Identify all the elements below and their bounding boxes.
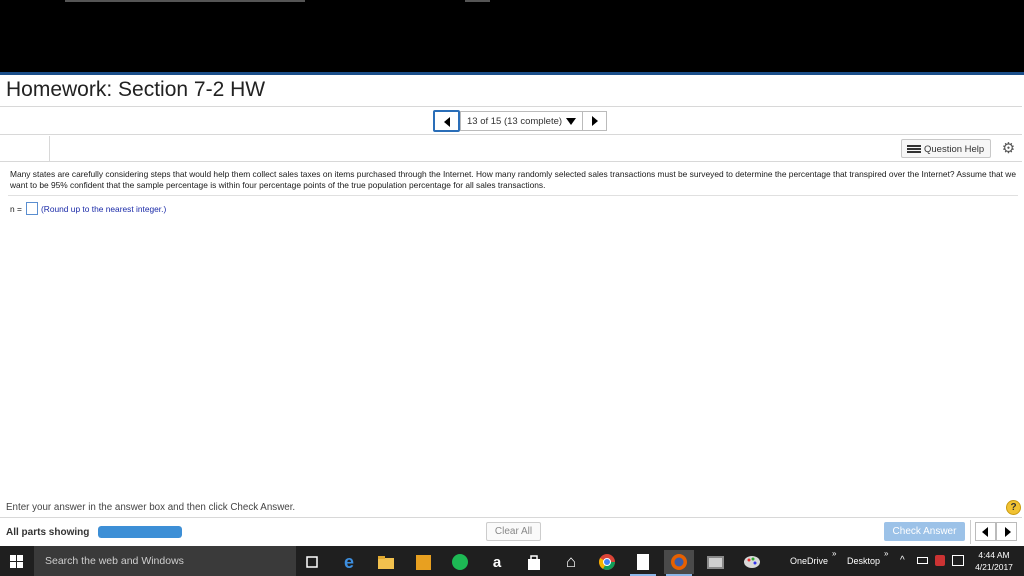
question-help-label: Question Help (924, 144, 985, 155)
footer-next-button[interactable] (996, 522, 1017, 541)
document-icon[interactable] (628, 550, 658, 576)
question-navigation: 13 of 15 (13 complete) (0, 108, 1022, 135)
list-icon (907, 145, 921, 154)
answer-hint: (Round up to the nearest integer.) (41, 204, 167, 214)
footer-previous-button[interactable] (975, 522, 996, 541)
browser-top-area (0, 0, 1024, 72)
page-title: Homework: Section 7-2 HW (6, 78, 266, 101)
footer-separator (970, 520, 971, 544)
question-help-button[interactable]: Question Help (901, 139, 991, 158)
dropdown-caret-icon (566, 118, 576, 125)
chevron-right-icon[interactable]: » (884, 549, 888, 558)
help-icon[interactable]: ? (1006, 500, 1021, 515)
clock-time: 4:44 AM (978, 550, 1010, 560)
answer-input[interactable] (26, 202, 38, 215)
question-text: Many states are carefully considering st… (10, 169, 1017, 190)
question-divider (8, 195, 1018, 196)
next-question-button[interactable] (582, 111, 607, 131)
task-view-icon[interactable] (297, 550, 327, 574)
question-position-text: 13 of 15 (13 complete) (467, 116, 563, 127)
progress-fill (98, 526, 182, 538)
paint-app-icon[interactable] (737, 550, 767, 574)
question-toolbar: Question Help ⚙ (0, 136, 1022, 162)
toolbar-left-cell (0, 136, 50, 162)
home-icon[interactable]: ⌂ (556, 550, 586, 574)
desktop-toolbar-label[interactable]: Desktop (847, 556, 880, 566)
footer-divider (0, 517, 1022, 518)
edge-browser-icon[interactable]: e (334, 550, 364, 574)
onedrive-toolbar-label[interactable]: OneDrive (790, 556, 828, 566)
taskbar-clock[interactable]: 4:44 AM 4/21/2017 (970, 549, 1018, 573)
top-scroll-indicator (465, 0, 490, 2)
notification-icon[interactable] (952, 555, 964, 566)
parts-status: All parts showing (6, 527, 90, 538)
title-bar: Homework: Section 7-2 HW (0, 75, 1022, 107)
chevron-up-icon[interactable]: ^ (900, 555, 905, 566)
battery-icon[interactable] (917, 557, 928, 564)
file-explorer-icon[interactable] (371, 550, 401, 574)
security-shield-icon[interactable] (935, 555, 945, 566)
chevron-right-icon[interactable]: » (832, 549, 836, 558)
clear-all-button[interactable]: Clear All (486, 522, 541, 541)
taskbar-search-input[interactable]: Search the web and Windows (34, 546, 296, 576)
store-bag-icon[interactable] (519, 550, 549, 574)
clock-date: 4/21/2017 (975, 562, 1013, 572)
top-scroll-indicator (65, 0, 305, 2)
answer-label: n = (10, 204, 22, 214)
photos-app-icon[interactable] (700, 550, 730, 574)
store-app-icon[interactable] (408, 550, 438, 574)
progress-bar (98, 526, 182, 538)
gear-icon[interactable]: ⚙ (1001, 141, 1016, 156)
firefox-icon[interactable] (664, 550, 694, 576)
previous-question-button[interactable] (433, 110, 460, 132)
check-answer-button[interactable]: Check Answer (884, 522, 965, 541)
windows-taskbar: Search the web and Windows e a ⌂ OneDriv… (0, 546, 1024, 576)
windows-start-icon[interactable] (10, 555, 23, 568)
chrome-icon[interactable] (592, 550, 622, 574)
question-selector[interactable]: 13 of 15 (13 complete) (460, 111, 582, 131)
instructions-text: Enter your answer in the answer box and … (6, 502, 296, 513)
spotify-icon[interactable] (445, 550, 475, 574)
amazon-icon[interactable]: a (482, 550, 512, 574)
